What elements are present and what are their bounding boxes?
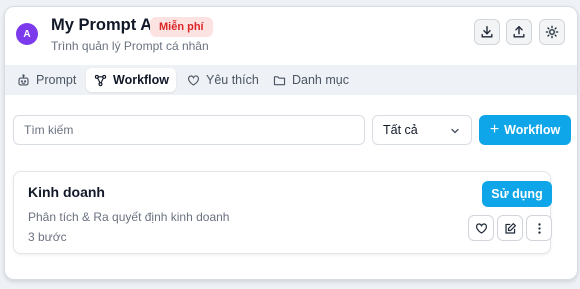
- tab-workflow[interactable]: Workflow: [86, 68, 176, 92]
- search-input[interactable]: [13, 115, 365, 145]
- filter-value: Tất cả: [383, 123, 418, 137]
- tab-label: Prompt: [36, 73, 77, 87]
- tab-categories[interactable]: Danh mục: [265, 68, 357, 92]
- heart-icon: [187, 74, 200, 87]
- workflow-icon: [94, 74, 107, 87]
- edit-icon: [504, 222, 517, 235]
- workflow-description: Phân tích & Ra quyết định kinh doanh: [28, 210, 230, 224]
- tab-label: Danh mục: [292, 73, 349, 87]
- filter-select[interactable]: Tất cả: [372, 115, 472, 145]
- chevron-down-icon: [450, 126, 460, 136]
- add-workflow-button[interactable]: + Workflow: [479, 115, 571, 145]
- robot-icon: [17, 73, 30, 87]
- app-subtitle: Trình quản lý Prompt cá nhân: [51, 39, 209, 53]
- tab-label: Workflow: [113, 73, 170, 87]
- upload-icon: [512, 25, 526, 39]
- download-button[interactable]: [474, 19, 500, 45]
- more-button[interactable]: [526, 215, 552, 241]
- add-workflow-label: Workflow: [504, 123, 561, 137]
- plan-badge: Miễn phí: [150, 17, 213, 37]
- workflow-step-count: 3 bước: [28, 230, 67, 244]
- favorite-button[interactable]: [468, 215, 494, 241]
- app-title: My Prompt AI: [51, 16, 157, 34]
- upload-button[interactable]: [506, 19, 532, 45]
- workflow-title: Kinh doanh: [28, 184, 105, 200]
- tab-label: Yêu thích: [206, 73, 259, 87]
- avatar[interactable]: A: [16, 23, 38, 45]
- tab-favorites[interactable]: Yêu thích: [179, 68, 267, 92]
- plus-icon: +: [489, 121, 500, 138]
- heart-icon: [475, 222, 488, 235]
- download-icon: [480, 25, 494, 39]
- folder-icon: [273, 74, 286, 87]
- sun-icon: [545, 25, 559, 39]
- tab-prompt[interactable]: Prompt: [9, 68, 84, 92]
- app-window: A My Prompt AI Miễn phí Trình quản lý Pr…: [4, 6, 578, 280]
- app-header: A My Prompt AI Miễn phí Trình quản lý Pr…: [5, 7, 577, 65]
- more-vertical-icon: [533, 222, 546, 235]
- tab-bar: Prompt Workflow Yêu thích Danh mục: [5, 65, 577, 95]
- workflow-card: Kinh doanh Phân tích & Ra quyết định kin…: [13, 171, 552, 254]
- use-workflow-button[interactable]: Sử dụng: [482, 181, 552, 207]
- edit-button[interactable]: [497, 215, 523, 241]
- theme-toggle-button[interactable]: [539, 19, 565, 45]
